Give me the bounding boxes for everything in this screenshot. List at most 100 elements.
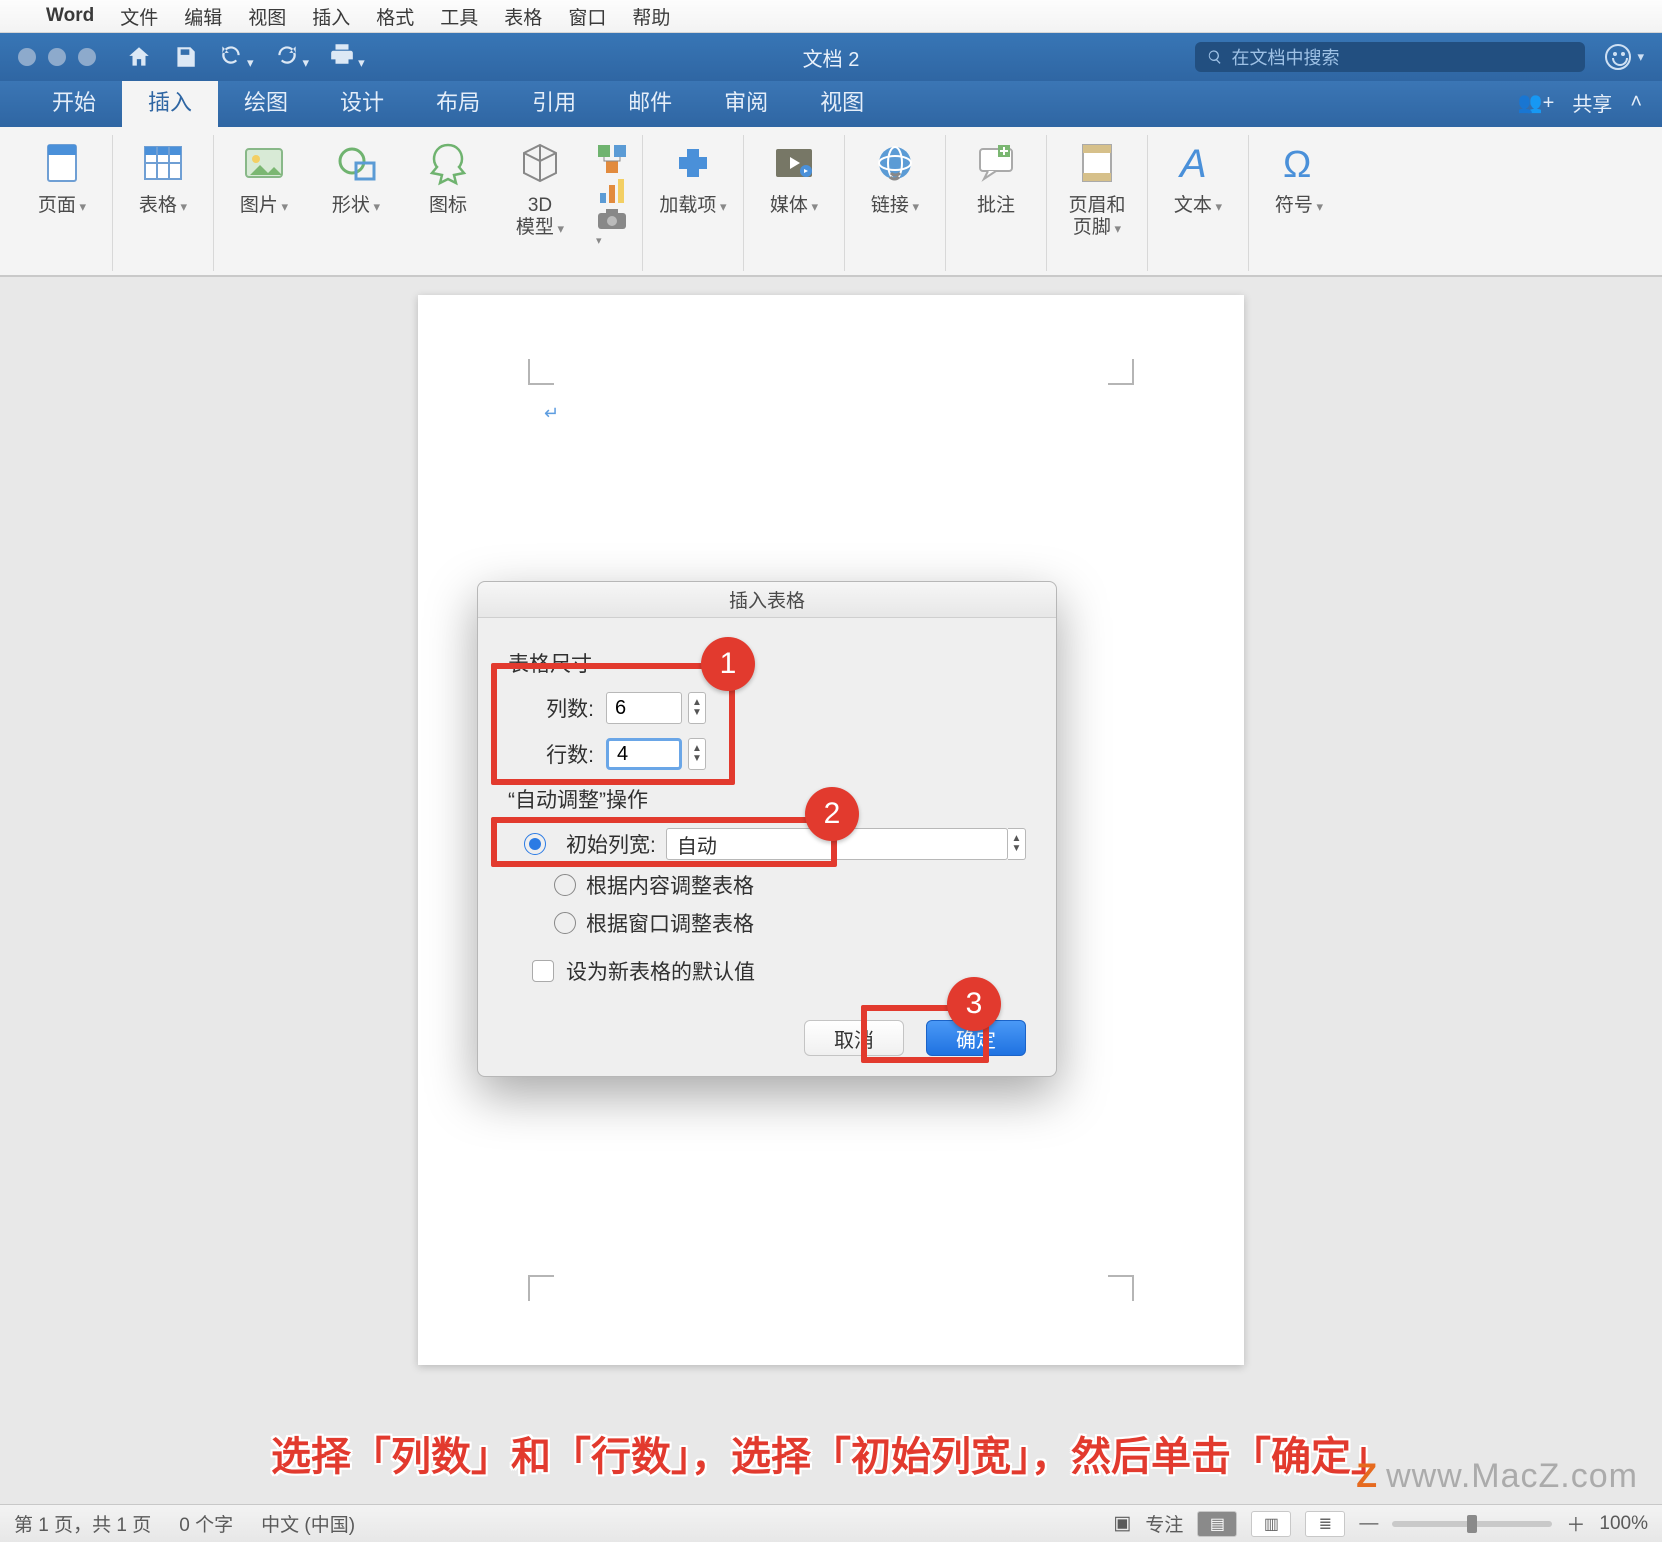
status-wordcount[interactable]: 0 个字 (179, 1510, 233, 1537)
menu-window[interactable]: 窗口 (568, 3, 606, 30)
ribbon-text[interactable]: A 文本 (1162, 139, 1234, 217)
ribbon-comment[interactable]: 批注 (960, 139, 1032, 217)
text-icon: A (1174, 139, 1222, 187)
initial-width-stepper[interactable]: ▲▼ (1008, 828, 1026, 860)
menu-format[interactable]: 格式 (376, 3, 414, 30)
ok-button[interactable]: 确定 (926, 1020, 1026, 1056)
collapse-ribbon-icon[interactable]: ˄ (1630, 91, 1642, 114)
tab-view[interactable]: 视图 (794, 77, 890, 127)
tab-insert[interactable]: 插入 (122, 77, 218, 127)
columns-input[interactable] (606, 692, 682, 724)
ribbon-media-label: 媒体 (770, 195, 818, 217)
search-input[interactable]: 在文档中搜索 (1195, 42, 1585, 72)
menu-file[interactable]: 文件 (120, 3, 158, 30)
chart-icon[interactable] (596, 175, 628, 207)
focus-mode-icon[interactable]: ▣ (1113, 1512, 1131, 1535)
zoom-level[interactable]: 100% (1599, 1513, 1648, 1535)
rows-label: 行数: (534, 739, 594, 769)
columns-field: 列数: ▲▼ (534, 692, 1026, 724)
option-initial-width[interactable]: 初始列宽: 自动 ▲▼ (524, 828, 1026, 860)
ribbon-3dmodel[interactable]: 3D 模型 (504, 139, 576, 239)
traffic-zoom[interactable] (78, 48, 96, 66)
print-icon[interactable] (329, 41, 365, 74)
ribbon-media[interactable]: 媒体 (758, 139, 830, 217)
tab-design[interactable]: 设计 (314, 77, 410, 127)
view-print-layout-icon[interactable]: ▤ (1197, 1511, 1237, 1537)
default-checkbox-row[interactable]: 设为新表格的默认值 (532, 956, 1026, 986)
zoom-out-icon[interactable]: — (1359, 1513, 1378, 1535)
tab-draw[interactable]: 绘图 (218, 77, 314, 127)
menu-edit[interactable]: 编辑 (184, 3, 222, 30)
menu-insert[interactable]: 插入 (312, 3, 350, 30)
icons-icon (424, 139, 472, 187)
default-checkbox[interactable] (532, 960, 554, 982)
rows-input[interactable] (606, 738, 682, 770)
tab-references[interactable]: 引用 (506, 77, 602, 127)
screenshot-icon[interactable]: ▾ (596, 207, 628, 249)
view-web-layout-icon[interactable]: ▥ (1251, 1511, 1291, 1537)
radio-initial-width[interactable] (524, 833, 546, 855)
menu-table[interactable]: 表格 (504, 3, 542, 30)
ribbon-page-label: 页面 (38, 195, 86, 217)
option-fit-window[interactable]: 根据窗口调整表格 (554, 908, 1026, 938)
tab-home[interactable]: 开始 (26, 77, 122, 127)
share-icon[interactable]: 👥+ (1518, 90, 1555, 115)
option-fit-content[interactable]: 根据内容调整表格 (554, 870, 1026, 900)
zoom-in-icon[interactable]: ＋ (1566, 1510, 1585, 1537)
columns-stepper[interactable]: ▲▼ (688, 692, 706, 724)
tab-layout[interactable]: 布局 (410, 77, 506, 127)
share-label[interactable]: 共享 (1572, 88, 1612, 117)
home-icon[interactable] (126, 44, 152, 70)
ribbon-picture-label: 图片 (240, 195, 288, 217)
focus-mode-label[interactable]: 专注 (1145, 1510, 1183, 1537)
ribbon-shapes[interactable]: 形状 (320, 139, 392, 217)
margin-mark-bl (528, 1275, 554, 1301)
section-autofit: “自动调整”操作 (508, 784, 1026, 814)
ribbon-header-footer[interactable]: 页眉和 页脚 (1061, 139, 1133, 239)
initial-width-select[interactable]: 自动 (666, 828, 1008, 860)
menu-tools[interactable]: 工具 (440, 3, 478, 30)
undo-icon[interactable] (218, 41, 254, 74)
cancel-button[interactable]: 取消 (804, 1020, 904, 1056)
ribbon-addins[interactable]: 加载项 (657, 139, 729, 217)
ribbon-icons[interactable]: 图标 (412, 139, 484, 217)
ribbon-tabbar: 开始 插入 绘图 设计 布局 引用 邮件 审阅 视图 👥+ 共享 ˄ (0, 81, 1662, 127)
traffic-close[interactable] (18, 48, 36, 66)
title-toolbar: 文档 2 在文档中搜索 ▾ (0, 33, 1662, 81)
ribbon-link[interactable]: 链接 (859, 139, 931, 217)
tab-review[interactable]: 审阅 (698, 77, 794, 127)
status-page[interactable]: 第 1 页，共 1 页 (14, 1510, 151, 1537)
menu-help[interactable]: 帮助 (632, 3, 670, 30)
zoom-slider[interactable] (1392, 1521, 1552, 1527)
ribbon-icons-label: 图标 (429, 195, 467, 217)
ribbon-picture[interactable]: 图片 (228, 139, 300, 217)
feedback-icon[interactable] (1605, 44, 1631, 70)
picture-icon (240, 139, 288, 187)
status-language[interactable]: 中文 (中国) (261, 1510, 355, 1537)
table-icon (139, 139, 187, 187)
radio-fit-content[interactable] (554, 874, 576, 896)
rows-field: 行数: ▲▼ (534, 738, 1026, 770)
header-footer-icon (1073, 139, 1121, 187)
menu-view[interactable]: 视图 (248, 3, 286, 30)
fit-content-label: 根据内容调整表格 (586, 870, 754, 900)
traffic-min[interactable] (48, 48, 66, 66)
window-controls (0, 48, 96, 66)
paragraph-mark-icon: ↵ (544, 403, 559, 424)
smartart-icon[interactable] (596, 143, 628, 175)
dialog-title: 插入表格 (478, 582, 1056, 618)
save-icon[interactable] (172, 44, 198, 70)
document-area[interactable]: ↵ 插入表格 表格尺寸 列数: ▲▼ 行数: ▲▼ “自动调整”操作 (0, 277, 1662, 1504)
media-icon (770, 139, 818, 187)
tab-mail[interactable]: 邮件 (602, 77, 698, 127)
menubar-appname[interactable]: Word (46, 5, 94, 27)
view-outline-icon[interactable]: ≣ (1305, 1511, 1345, 1537)
rows-stepper[interactable]: ▲▼ (688, 738, 706, 770)
ribbon-symbol[interactable]: Ω 符号 (1263, 139, 1335, 217)
document-title: 文档 2 (803, 43, 860, 72)
ribbon-table[interactable]: 表格 (127, 139, 199, 217)
redo-icon[interactable] (274, 41, 310, 74)
section-table-size: 表格尺寸 (508, 648, 1026, 678)
ribbon-page[interactable]: 页面 (26, 139, 98, 217)
radio-fit-window[interactable] (554, 912, 576, 934)
